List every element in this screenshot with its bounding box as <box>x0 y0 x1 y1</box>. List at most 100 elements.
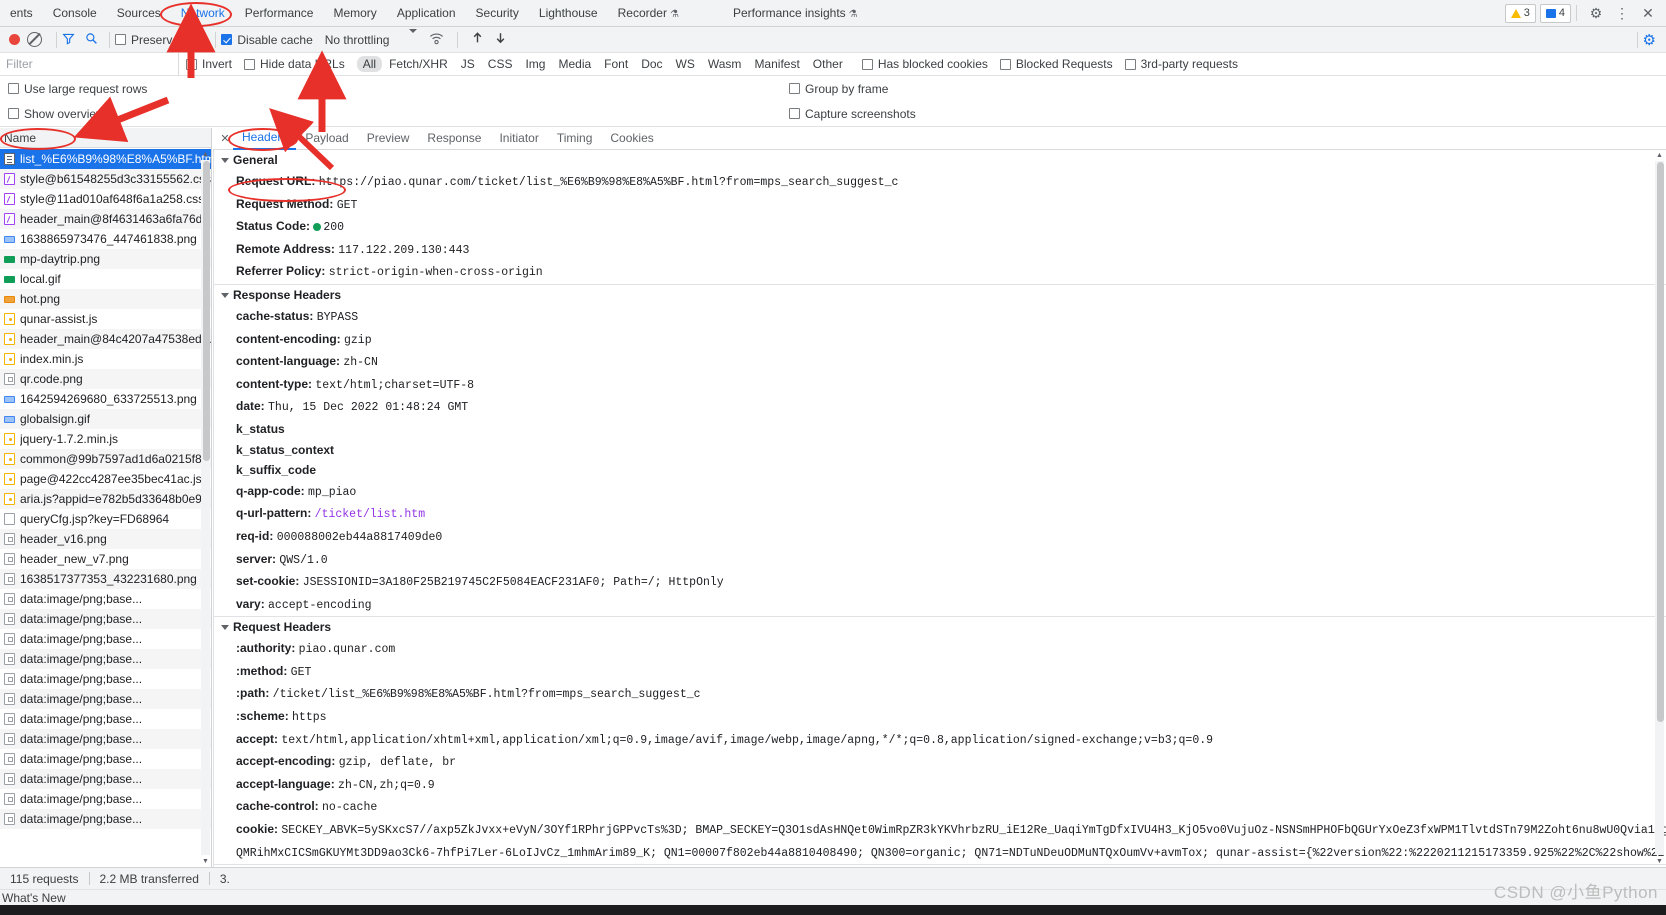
header-line[interactable]: cache-control: no-cache <box>213 796 1666 819</box>
chevron-down-icon[interactable] <box>409 28 418 47</box>
detail-scroll-down-icon[interactable]: ▼ <box>1655 857 1664 866</box>
filter-type-doc[interactable]: Doc <box>635 56 668 72</box>
header-line[interactable]: k_status_context <box>213 440 1666 461</box>
record-button[interactable] <box>9 34 20 45</box>
request-row[interactable]: data:image/png;base... <box>0 769 211 789</box>
request-row[interactable]: header_main@84c4207a47538ed3. <box>0 329 211 349</box>
request-row[interactable]: header_v16.png <box>0 529 211 549</box>
request-row[interactable]: header_new_v7.png <box>0 549 211 569</box>
whats-new-bar[interactable]: What's New <box>0 889 1666 905</box>
throttling-select[interactable]: No throttling <box>325 33 390 47</box>
request-row[interactable]: queryCfg.jsp?key=FD68964 <box>0 509 211 529</box>
tab-headers[interactable]: Headers <box>233 128 297 150</box>
tab-performance-insights[interactable]: Performance insights ⚗ <box>723 0 868 27</box>
request-row[interactable]: common@99b7597ad1d6a0215f8a <box>0 449 211 469</box>
tab-memory[interactable]: Memory <box>323 0 386 27</box>
request-row[interactable]: 1638865973476_447461838.png <box>0 229 211 249</box>
clear-button[interactable] <box>27 32 42 47</box>
more-options-icon[interactable]: ⋮ <box>1610 2 1634 24</box>
request-row[interactable]: local.gif <box>0 269 211 289</box>
filter-type-all[interactable]: All <box>356 56 383 72</box>
filter-type-js[interactable]: JS <box>455 56 481 72</box>
header-line[interactable]: server: QWS/1.0 <box>213 549 1666 572</box>
request-row[interactable]: data:image/png;base... <box>0 649 211 669</box>
filter-type-img[interactable]: Img <box>519 56 551 72</box>
search-icon[interactable] <box>85 32 98 48</box>
show-overview-checkbox[interactable]: Show overview <box>8 107 105 121</box>
tab-application[interactable]: Application <box>387 0 466 27</box>
tab-timing[interactable]: Timing <box>548 128 602 149</box>
invert-checkbox[interactable]: Invert <box>186 57 232 71</box>
request-row[interactable]: globalsign.gif <box>0 409 211 429</box>
request-row[interactable]: 1638517377353_432231680.png <box>0 569 211 589</box>
filter-icon[interactable] <box>62 32 75 48</box>
request-row[interactable]: data:image/png;base... <box>0 629 211 649</box>
request-row[interactable]: index.min.js <box>0 349 211 369</box>
header-line[interactable]: Remote Address: 117.122.209.130:443 <box>213 239 1666 262</box>
request-row[interactable]: hot.png <box>0 289 211 309</box>
hide-data-urls-checkbox[interactable]: Hide data URLs <box>244 57 345 71</box>
wifi-icon[interactable] <box>429 32 444 48</box>
header-line[interactable]: Status Code: 200 <box>213 216 1666 239</box>
tab-sources[interactable]: Sources <box>107 0 171 27</box>
blocked-requests-checkbox[interactable]: Blocked Requests <box>999 57 1113 71</box>
header-line[interactable]: :authority: piao.qunar.com <box>213 638 1666 661</box>
tab-recorder[interactable]: Recorder ⚗ <box>608 0 689 27</box>
filter-type-wasm[interactable]: Wasm <box>702 56 748 72</box>
group-by-frame-checkbox[interactable]: Group by frame <box>789 82 888 96</box>
request-row[interactable]: jquery-1.7.2.min.js <box>0 429 211 449</box>
section-header[interactable]: General <box>213 150 1666 171</box>
network-settings-gear-icon[interactable]: ⚙ <box>1643 31 1660 49</box>
filter-type-media[interactable]: Media <box>552 56 597 72</box>
third-party-requests-checkbox[interactable]: 3rd-party requests <box>1124 57 1238 71</box>
export-har-icon[interactable] <box>494 31 507 48</box>
header-line[interactable]: :path: /ticket/list_%E6%B9%98%E8%A5%BF.h… <box>213 683 1666 706</box>
request-row[interactable]: data:image/png;base... <box>0 709 211 729</box>
header-line[interactable]: accept-language: zh-CN,zh;q=0.9 <box>213 774 1666 797</box>
header-line[interactable]: QMRihMxCICSmGKUYMt3DD9ao3Ck6-7hfPi7Ler-6… <box>213 842 1666 865</box>
header-line[interactable]: :scheme: https <box>213 706 1666 729</box>
request-list-scroll-thumb[interactable] <box>203 161 210 461</box>
has-blocked-cookies-checkbox[interactable]: Has blocked cookies <box>861 57 988 71</box>
request-row[interactable]: data:image/png;base... <box>0 669 211 689</box>
header-line[interactable]: q-app-code: mp_piao <box>213 481 1666 504</box>
detail-scroll-up-icon[interactable]: ▲ <box>1655 151 1664 160</box>
import-har-icon[interactable] <box>471 31 484 48</box>
header-line[interactable]: accept-encoding: gzip, deflate, br <box>213 751 1666 774</box>
header-line[interactable]: cache-status: BYPASS <box>213 306 1666 329</box>
request-row[interactable]: data:image/png;base... <box>0 809 211 829</box>
headers-content[interactable]: General Request URL: https://piao.qunar.c… <box>213 150 1666 867</box>
close-detail-icon[interactable]: ✕ <box>217 132 233 145</box>
column-header-name[interactable]: Name <box>0 128 211 148</box>
request-row[interactable]: mp-daytrip.png <box>0 249 211 269</box>
request-row[interactable]: qr.code.png <box>0 369 211 389</box>
disable-cache-checkbox[interactable]: Disable cache <box>221 33 313 47</box>
header-line[interactable]: accept: text/html,application/xhtml+xml,… <box>213 729 1666 752</box>
request-row[interactable]: data:image/png;base... <box>0 609 211 629</box>
header-line[interactable]: Referrer Policy: strict-origin-when-cros… <box>213 261 1666 284</box>
filter-type-ws[interactable]: WS <box>670 56 701 72</box>
section-header[interactable]: Response Headers <box>213 285 1666 306</box>
request-row[interactable]: data:image/png;base... <box>0 589 211 609</box>
header-line[interactable]: req-id: 000088002eb44a8817409de0 <box>213 526 1666 549</box>
close-devtools-icon[interactable]: ✕ <box>1636 2 1660 24</box>
tab-preview[interactable]: Preview <box>358 128 419 149</box>
tab-performance[interactable]: Performance <box>235 0 324 27</box>
tab-initiator[interactable]: Initiator <box>490 128 547 149</box>
tab-payload[interactable]: Payload <box>296 128 357 149</box>
request-row[interactable]: data:image/png;base... <box>0 689 211 709</box>
request-row[interactable]: data:image/png;base... <box>0 789 211 809</box>
scroll-down-arrow-icon[interactable]: ▼ <box>201 857 210 866</box>
filter-input[interactable] <box>0 52 179 76</box>
request-row[interactable]: style@b61548255d3c33155562.css <box>0 169 211 189</box>
capture-screenshots-checkbox[interactable]: Capture screenshots <box>789 107 916 121</box>
tab-network[interactable]: Network <box>171 0 235 27</box>
header-line[interactable]: content-type: text/html;charset=UTF-8 <box>213 374 1666 397</box>
request-row[interactable]: data:image/png;base... <box>0 749 211 769</box>
header-line[interactable]: cookie: SECKEY_ABVK=5ySKxcS7//axp5ZkJvxx… <box>213 819 1666 842</box>
tab-lighthouse[interactable]: Lighthouse <box>529 0 608 27</box>
filter-type-css[interactable]: CSS <box>482 56 519 72</box>
use-large-request-rows-checkbox[interactable]: Use large request rows <box>8 82 147 96</box>
detail-scroll-thumb[interactable] <box>1657 162 1664 722</box>
filter-type-manifest[interactable]: Manifest <box>748 56 805 72</box>
